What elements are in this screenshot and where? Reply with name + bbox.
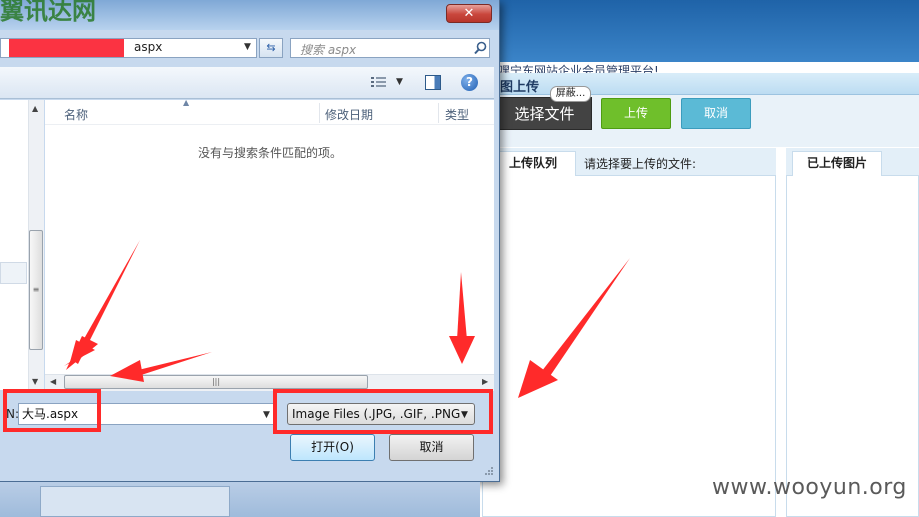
annotation-arrow-3: [449, 272, 475, 364]
annotation-arrow-2: [110, 352, 212, 382]
annotation-arrow-4: [518, 258, 630, 398]
annotation-arrows: [64, 240, 630, 398]
annotation-arrow-1: [64, 240, 140, 370]
